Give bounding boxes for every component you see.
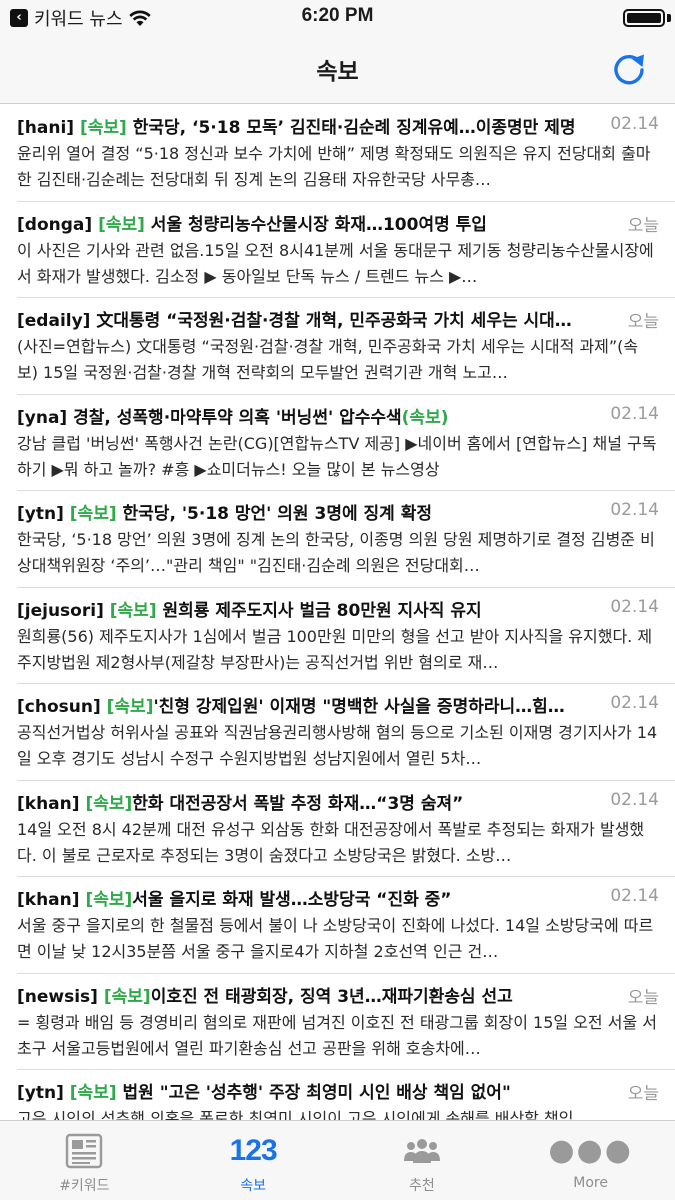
- news-item[interactable]: [yna] 경찰, 성폭행·마약투약 의혹 '버닝썬' 압수수색(속보) 02.…: [17, 395, 675, 491]
- page-title: 속보: [316, 59, 359, 85]
- news-summary: 원희룡(56) 제주도지사가 1심에서 벌금 100만원 미만의 형을 선고 받…: [17, 626, 653, 672]
- news-summary: 고은 시인의 성추행 의혹을 폭로한 최영미 시인이 고은 시인에게 손해를 배…: [17, 1109, 590, 1120]
- tab-label: 속보: [240, 1178, 266, 1194]
- news-title: [khan] [속보]한화 대전공장서 폭발 추정 화재…“3명 숨져”: [17, 793, 464, 814]
- news-title: [khan] [속보]서울 을지로 화재 발생…소방당국 “진화 중”: [17, 890, 452, 910]
- numbers-123-icon: 123: [229, 1134, 278, 1167]
- news-summary: 공직선거법상 허위사실 공표와 직권남용권리행사방해 혐의 등으로 기소된 이재…: [17, 723, 658, 768]
- news-summary: 강남 클럽 '버닝썬' 폭행사건 논란(CG)[연합뉴스TV 제공] ▶네이버 …: [17, 433, 657, 479]
- news-title: [newsis] [속보]이호진 전 태광회장, 징역 3년…재파기환송심 선고: [17, 986, 513, 1007]
- more-dots-icon: ●●●: [548, 1133, 633, 1168]
- news-title: [ytn] [속보] 한국당, '5·18 망언' 의원 3명에 징계 확정: [17, 504, 432, 524]
- news-title: [chosun] [속보]'친형 강제입원' 이재명 "명백한 사실을 증명하라…: [17, 697, 565, 717]
- news-item[interactable]: [ytn] [속보] 한국당, '5·18 망언' 의원 3명에 징계 확정 0…: [17, 491, 675, 588]
- refresh-icon[interactable]: [609, 48, 649, 88]
- tab-recommend[interactable]: 추천: [338, 1121, 507, 1200]
- news-date: 02.14: [610, 500, 659, 520]
- navigation-bar: 속보: [0, 36, 675, 104]
- news-title: [donga] [속보] 서울 청량리농수산물시장 화재…100여명 투입: [17, 214, 487, 235]
- news-summary: 이 사진은 기사와 관련 없음.15일 오전 8시41분께 서울 동대문구 제기…: [17, 240, 654, 286]
- news-title: [ytn] [속보] 법원 "고은 '성추행' 주장 최영미 시인 배상 책임 …: [17, 1083, 511, 1103]
- newspaper-icon: [66, 1133, 103, 1169]
- news-item[interactable]: [khan] [속보]서울 을지로 화재 발생…소방당국 “진화 중” 02.1…: [17, 877, 675, 974]
- news-date: 02.14: [610, 596, 659, 617]
- news-item[interactable]: [donga] [속보] 서울 청량리농수산물시장 화재…100여명 투입 오늘…: [17, 202, 675, 298]
- news-title: [edaily] 文대통령 “국정원·검찰·경찰 개혁, 민주공화국 가치 세우…: [17, 311, 572, 331]
- people-icon: [403, 1139, 440, 1163]
- tab-label: 추천: [408, 1178, 435, 1194]
- news-date: 오늘: [627, 312, 659, 332]
- news-title: [yna] 경찰, 성폭행·마약투약 의혹 '버닝썬' 압수수색(속보): [17, 407, 449, 428]
- news-date: 오늘: [627, 215, 659, 236]
- news-item[interactable]: [jejusori] [속보] 원희룡 제주도지사 벌금 80만원 지사직 유지…: [17, 588, 675, 684]
- status-time: 6:20 PM: [301, 5, 374, 26]
- tab-label: #키워드: [59, 1178, 110, 1194]
- news-summary: 14일 오전 8시 42분께 대전 유성구 외삼동 한화 대전공장에서 폭발로 …: [17, 819, 645, 865]
- news-item[interactable]: [newsis] [속보]이호진 전 태광회장, 징역 3년…재파기환송심 선고…: [17, 974, 675, 1070]
- news-item[interactable]: [ytn] [속보] 법원 "고은 '성추행' 주장 최영미 시인 배상 책임 …: [17, 1070, 675, 1120]
- news-item[interactable]: [chosun] [속보]'친형 강제입원' 이재명 "명백한 사실을 증명하라…: [17, 684, 675, 781]
- news-summary: 한국당, ‘5·18 망언’ 의원 3명에 징계 논의 한국당, 이종명 의원 …: [17, 530, 655, 575]
- news-date: 02.14: [610, 403, 659, 424]
- tab-more[interactable]: ●●● More: [506, 1121, 675, 1200]
- news-item[interactable]: [edaily] 文대통령 “국정원·검찰·경찰 개혁, 민주공화국 가치 세우…: [17, 298, 675, 395]
- news-item[interactable]: [hani] [속보] 한국당, ‘5·18 모독’ 김진태·김순례 징계유예……: [17, 105, 675, 202]
- tab-breaking-news[interactable]: 123 속보: [169, 1121, 338, 1200]
- news-date: 오늘: [627, 987, 659, 1008]
- news-summary: 윤리위 열어 결정 “5·18 정신과 보수 가치에 반해” 제명 확정돼도 의…: [17, 144, 651, 189]
- tab-bar: #키워드 123 속보 추천 ●●● More: [0, 1120, 675, 1200]
- news-date: 02.14: [610, 886, 659, 906]
- status-bar: ‹ 키워드 뉴스 6:20 PM: [0, 0, 675, 36]
- news-summary: (사진=연합뉴스) 文대통령 “국정원·검찰·경찰 개혁, 민주공화국 가치 세…: [17, 337, 639, 382]
- news-date: 02.14: [610, 114, 659, 134]
- news-date: 02.14: [610, 789, 659, 810]
- battery-icon: [623, 9, 665, 27]
- news-title: [jejusori] [속보] 원희룡 제주도지사 벌금 80만원 지사직 유지: [17, 600, 482, 621]
- news-list[interactable]: [hani] [속보] 한국당, ‘5·18 모독’ 김진태·김순례 징계유예……: [0, 105, 675, 1120]
- news-summary: 서울 중구 을지로의 한 철물점 등에서 불이 나 소방당국이 진화에 나섰다.…: [17, 916, 654, 961]
- news-item[interactable]: [khan] [속보]한화 대전공장서 폭발 추정 화재…“3명 숨져” 02.…: [17, 781, 675, 877]
- news-title: [hani] [속보] 한국당, ‘5·18 모독’ 김진태·김순례 징계유예……: [17, 118, 576, 138]
- news-date: 02.14: [610, 693, 659, 713]
- tab-label: More: [573, 1175, 608, 1191]
- news-summary: = 횡령과 배임 등 경영비리 혐의로 재판에 넘겨진 이호진 전 태광그룹 회…: [17, 1012, 657, 1058]
- news-date: 오늘: [627, 1084, 659, 1104]
- tab-keyword[interactable]: #키워드: [0, 1121, 169, 1200]
